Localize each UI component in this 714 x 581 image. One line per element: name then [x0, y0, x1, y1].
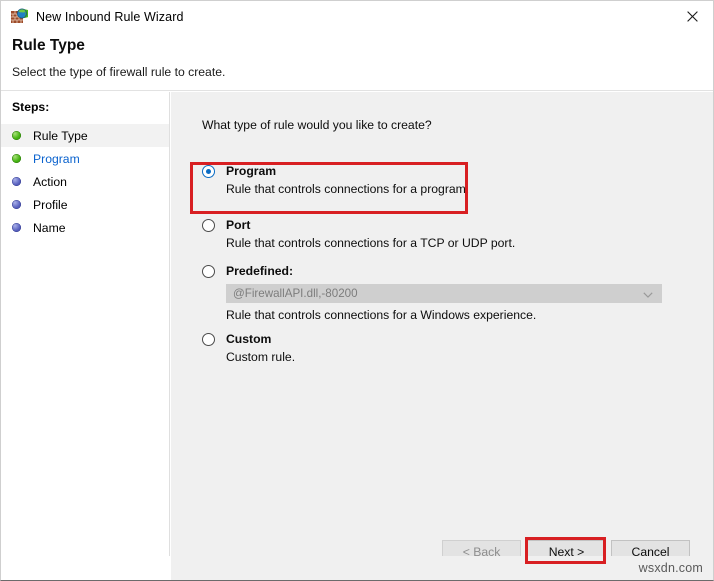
steps-heading: Steps: [12, 100, 49, 114]
firewall-globe-icon [10, 8, 28, 26]
content-question: What type of rule would you like to crea… [202, 118, 432, 132]
option-predefined-title: Predefined: [226, 264, 293, 278]
step-bullet-icon [12, 131, 21, 140]
window-title: New Inbound Rule Wizard [36, 10, 184, 24]
sidebar-item-label: Name [33, 221, 66, 235]
page-subtitle: Select the type of firewall rule to crea… [12, 65, 225, 79]
steps-sidebar: Steps: Rule Type Program Action Profile … [1, 92, 170, 556]
main-content: What type of rule would you like to crea… [171, 92, 714, 556]
option-predefined-row[interactable]: Predefined: [202, 264, 682, 278]
option-program-row[interactable]: Program [202, 164, 682, 178]
watermark: wsxdn.com [639, 561, 703, 575]
step-bullet-icon [12, 200, 21, 209]
option-predefined-description: Rule that controls connections for a Win… [226, 308, 682, 323]
option-program[interactable]: Program Rule that controls connections f… [202, 164, 682, 197]
footer-strip [171, 556, 714, 581]
close-icon[interactable] [670, 1, 714, 31]
sidebar-item-profile[interactable]: Profile [1, 193, 169, 216]
page-title: Rule Type [12, 37, 85, 55]
option-port-row[interactable]: Port [202, 218, 682, 232]
option-custom-title: Custom [226, 332, 271, 346]
option-port-title: Port [226, 218, 250, 232]
option-program-description: Rule that controls connections for a pro… [226, 182, 682, 197]
step-bullet-icon [12, 177, 21, 186]
sidebar-item-label: Action [33, 175, 67, 189]
wizard-footer: < Back Next > Cancel [171, 501, 714, 556]
option-port-description: Rule that controls connections for a TCP… [226, 236, 682, 251]
page-header: Rule Type Select the type of firewall ru… [1, 32, 714, 91]
sidebar-item-action[interactable]: Action [1, 170, 169, 193]
step-bullet-icon [12, 154, 21, 163]
title-bar: New Inbound Rule Wizard [1, 1, 714, 32]
option-custom-description: Custom rule. [226, 350, 682, 365]
radio-custom[interactable] [202, 333, 215, 346]
sidebar-item-program[interactable]: Program [1, 147, 169, 170]
sidebar-item-label: Profile [33, 198, 68, 212]
radio-predefined[interactable] [202, 265, 215, 278]
radio-program[interactable] [202, 165, 215, 178]
option-custom-row[interactable]: Custom [202, 332, 682, 346]
sidebar-item-name[interactable]: Name [1, 216, 169, 239]
option-program-title: Program [226, 164, 276, 178]
option-custom[interactable]: Custom Custom rule. [202, 332, 682, 365]
wizard-window: New Inbound Rule Wizard Rule Type Select… [0, 0, 714, 581]
sidebar-item-label: Program [33, 152, 80, 166]
chevron-down-icon [643, 285, 653, 303]
sidebar-item-label: Rule Type [33, 129, 88, 143]
sidebar-item-rule-type[interactable]: Rule Type [1, 124, 169, 147]
steps-list: Rule Type Program Action Profile Name [1, 124, 169, 239]
predefined-dropdown[interactable]: @FirewallAPI.dll,-80200 [226, 284, 662, 303]
option-port[interactable]: Port Rule that controls connections for … [202, 218, 682, 251]
radio-port[interactable] [202, 219, 215, 232]
step-bullet-icon [12, 223, 21, 232]
option-predefined[interactable]: Predefined: @FirewallAPI.dll,-80200 Rule… [202, 264, 682, 323]
predefined-dropdown-value: @FirewallAPI.dll,-80200 [233, 287, 358, 300]
